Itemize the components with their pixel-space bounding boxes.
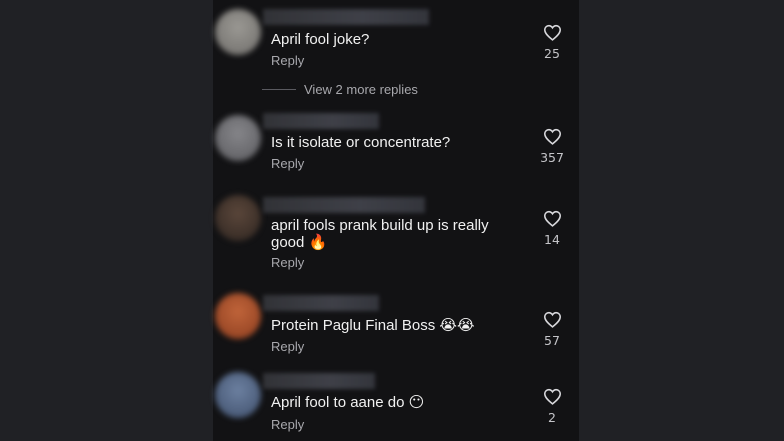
comment-item: April fool to aane do 😶 Reply 2 <box>213 372 579 441</box>
like-button[interactable]: 2 <box>536 388 568 425</box>
like-button[interactable]: 25 <box>536 24 568 61</box>
comment-text: April fool to aane do 😶 <box>271 394 516 411</box>
like-count: 357 <box>540 150 564 165</box>
heart-icon <box>543 210 561 227</box>
comment-item: Protein Paglu Final Boss 😭😭 Reply 57 <box>213 293 579 363</box>
like-button[interactable]: 357 <box>536 128 568 165</box>
comment-text: april fools prank build up is really goo… <box>271 217 516 251</box>
comment-text: Protein Paglu Final Boss 😭😭 <box>271 317 516 334</box>
avatar[interactable] <box>215 115 261 161</box>
avatar[interactable] <box>215 195 261 241</box>
reply-button[interactable]: Reply <box>271 339 304 354</box>
reply-button[interactable]: Reply <box>271 255 304 270</box>
username[interactable] <box>263 373 375 389</box>
reply-button[interactable]: Reply <box>271 417 304 432</box>
avatar[interactable] <box>215 372 261 418</box>
view-more-label: View 2 more replies <box>304 81 418 97</box>
comment-text-content: Protein Paglu Final Boss 😭😭 <box>271 317 475 334</box>
reply-button[interactable]: Reply <box>271 53 304 68</box>
heart-icon <box>543 24 561 41</box>
reply-button[interactable]: Reply <box>271 156 304 171</box>
comment-text: April fool joke? <box>271 31 370 48</box>
like-count: 14 <box>544 232 560 247</box>
avatar[interactable] <box>215 293 261 339</box>
username[interactable] <box>263 9 429 25</box>
username[interactable] <box>263 197 425 213</box>
comment-text-content: april fools prank build up is really goo… <box>271 217 489 251</box>
username[interactable] <box>263 295 379 311</box>
heart-icon <box>543 388 561 405</box>
thread-line <box>262 88 296 90</box>
view-more-replies[interactable]: View 2 more replies <box>262 80 418 98</box>
heart-icon <box>543 128 561 145</box>
like-count: 57 <box>544 333 560 348</box>
like-button[interactable]: 57 <box>536 311 568 348</box>
comment-item: April fool joke? Reply 25 <box>213 0 579 80</box>
avatar[interactable] <box>215 9 261 55</box>
comment-text-content: April fool to aane do 😶 <box>271 394 425 411</box>
like-count: 2 <box>548 410 556 425</box>
heart-icon <box>543 311 561 328</box>
comment-text: Is it isolate or concentrate? <box>271 134 451 151</box>
comment-item: april fools prank build up is really goo… <box>213 193 579 283</box>
like-button[interactable]: 14 <box>536 210 568 247</box>
username[interactable] <box>263 113 379 129</box>
like-count: 25 <box>544 46 560 61</box>
comment-item: Is it isolate or concentrate? Reply 357 <box>213 110 579 190</box>
